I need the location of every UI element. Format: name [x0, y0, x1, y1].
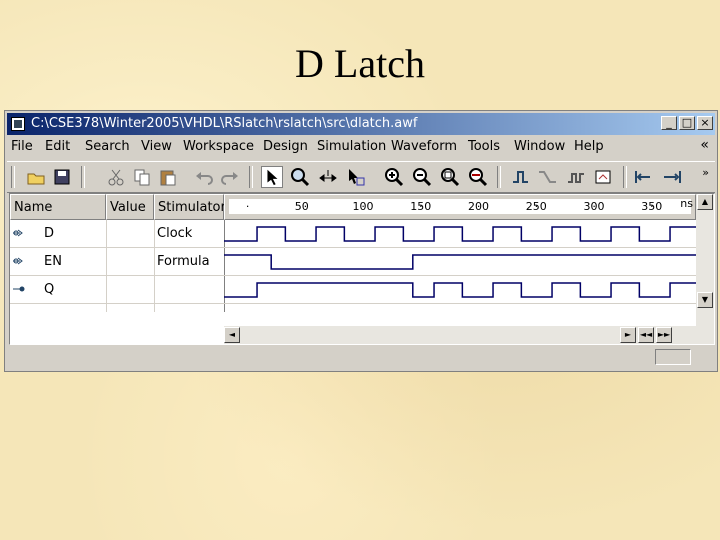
window-title: C:\CSE378\Winter2005\VHDL\RSlatch\rslatc…	[31, 116, 418, 131]
toolbar: »	[7, 161, 715, 193]
ruler-label: 150	[410, 200, 432, 213]
measure-icon[interactable]	[317, 166, 339, 188]
menu-file[interactable]: File	[11, 139, 33, 154]
export-icon[interactable]	[593, 166, 615, 188]
vertical-scrollbar[interactable]: ▲ ▼	[696, 194, 714, 344]
slide-title: D Latch	[295, 41, 425, 86]
signal-stimulator: Formula	[157, 254, 210, 269]
menu-help[interactable]: Help	[574, 139, 604, 154]
scroll-down-button[interactable]: ▼	[697, 292, 713, 308]
signal-name: D	[44, 226, 55, 241]
snap-right-icon[interactable]	[661, 166, 683, 188]
close-button[interactable]: ×	[697, 116, 713, 130]
scroll-last-button[interactable]: ►►	[656, 327, 672, 343]
redo-icon[interactable]	[219, 166, 241, 188]
status-bar	[7, 347, 715, 369]
input-signal-icon	[13, 229, 23, 237]
ruler-minor-tick: ·	[245, 200, 250, 213]
scroll-right-button[interactable]: ►	[620, 327, 636, 343]
toolbar-separator	[623, 166, 627, 188]
menu-workspace[interactable]: Workspace	[183, 139, 254, 154]
maximize-button[interactable]: □	[679, 116, 695, 130]
menu-edit[interactable]: Edit	[45, 139, 70, 154]
menu-search[interactable]: Search	[85, 139, 130, 154]
ruler-label: 100	[352, 200, 374, 213]
toolbar-separator	[81, 166, 85, 188]
zoom-out-icon[interactable]	[411, 166, 433, 188]
toolbar-separator	[11, 166, 15, 188]
input-signal-icon	[13, 257, 23, 265]
ruler-label: 50	[294, 200, 309, 213]
waveform-trace-en	[224, 254, 696, 270]
cut-icon[interactable]	[105, 166, 127, 188]
toolbar-overflow-icon[interactable]: »	[702, 166, 709, 179]
edge-next-icon[interactable]	[511, 166, 533, 188]
edge-prev-icon[interactable]	[537, 166, 559, 188]
minimize-button[interactable]: _	[661, 116, 677, 130]
menu-window[interactable]: Window	[514, 139, 565, 154]
zoom-in-icon[interactable]	[383, 166, 405, 188]
status-field	[655, 349, 691, 365]
select-icon[interactable]	[345, 166, 367, 188]
time-ruler-scale: · · · · · · · · 50 100 150 200 250 300 350	[229, 199, 691, 214]
snap-left-icon[interactable]	[633, 166, 655, 188]
save-icon[interactable]	[51, 166, 73, 188]
open-folder-icon[interactable]	[25, 166, 47, 188]
column-header-row: Name Value Stimulator · · · · · · · · 50 100 150 20…	[10, 194, 696, 220]
output-signal-icon	[13, 286, 25, 292]
signal-stimulator: Clock	[157, 226, 193, 241]
menu-view[interactable]: View	[141, 139, 172, 154]
ruler-label: 200	[468, 200, 489, 213]
waveform-window: C:\CSE378\Winter2005\VHDL\RSlatch\rslatc…	[4, 110, 718, 372]
menu-simulation[interactable]: Simulation	[317, 139, 386, 154]
column-name-header[interactable]: Name	[10, 194, 106, 220]
zoom-fit-icon[interactable]	[439, 166, 461, 188]
zoom-area-icon[interactable]	[467, 166, 489, 188]
undo-icon[interactable]	[193, 166, 215, 188]
horizontal-scrollbar[interactable]: ◄ ► ◄◄ ►►	[224, 326, 696, 344]
signal-name: EN	[44, 254, 62, 269]
ruler-label: 300	[583, 200, 605, 213]
copy-icon[interactable]	[131, 166, 153, 188]
menu-waveform[interactable]: Waveform	[391, 139, 457, 154]
signal-name: Q	[44, 282, 55, 297]
menu-overflow-icon[interactable]: «	[700, 137, 709, 153]
stimulator-icon[interactable]	[565, 166, 587, 188]
scroll-first-button[interactable]: ◄◄	[638, 327, 654, 343]
time-ruler[interactable]: · · · · · · · · 50 100 150 200 250 300 350 ns	[224, 194, 696, 220]
pointer-icon[interactable]	[261, 166, 283, 188]
column-value-header[interactable]: Value	[106, 194, 154, 220]
time-unit: ns	[680, 197, 693, 210]
scroll-up-button[interactable]: ▲	[697, 194, 713, 210]
app-icon	[11, 117, 25, 131]
ruler-label: 350	[641, 200, 663, 213]
title-bar[interactable]: C:\CSE378\Winter2005\VHDL\RSlatch\rslatc…	[7, 113, 715, 135]
column-stimulator-header[interactable]: Stimulator	[154, 194, 226, 220]
toolbar-separator	[249, 166, 253, 188]
menu-design[interactable]: Design	[263, 139, 308, 154]
waveform-trace-d	[224, 226, 696, 242]
zoom-icon[interactable]	[289, 166, 311, 188]
menu-tools[interactable]: Tools	[468, 139, 500, 154]
menu-bar: File Edit Search View Workspace Design S…	[7, 137, 715, 157]
scroll-left-button[interactable]: ◄	[224, 327, 240, 343]
waveform-traces[interactable]	[224, 220, 696, 304]
waveform-trace-q	[224, 282, 696, 298]
ruler-label: 250	[525, 200, 547, 213]
paste-icon[interactable]	[157, 166, 179, 188]
toolbar-separator	[497, 166, 501, 188]
waveform-panel: Name Value Stimulator · · · · · · · · 50 100 150 20…	[9, 193, 715, 345]
